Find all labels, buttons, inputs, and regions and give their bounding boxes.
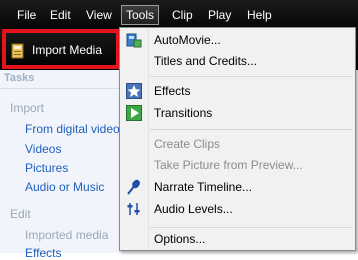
menu-separator [150,129,352,130]
link-videos[interactable]: Videos [25,142,61,156]
menu-item-titles-and-credits[interactable]: Titles and Credits... [154,51,257,71]
audio-levels-icon [126,201,142,217]
menu-item-take-picture: Take Picture from Preview... [154,158,303,172]
microphone-icon [126,179,142,195]
menu-separator [150,76,352,77]
transitions-icon [126,105,142,121]
menu-item-effects[interactable]: Effects [154,81,190,101]
import-media-label: Import Media [32,43,103,57]
menu-file[interactable]: File [13,6,40,24]
menu-item-narrate-timeline[interactable]: Narrate Timeline... [154,177,252,197]
import-media-icon [11,43,25,59]
menu-tools[interactable]: Tools [121,5,160,25]
menu-play[interactable]: Play [204,6,235,24]
section-import: Import [10,101,45,115]
automovie-icon [126,32,142,48]
section-edit: Edit [10,207,31,221]
menu-separator [150,227,352,228]
link-from-digital-video[interactable]: From digital video [25,122,120,136]
menu-view[interactable]: View [82,6,116,24]
menu-clip[interactable]: Clip [168,6,197,24]
menu-item-audio-levels[interactable]: Audio Levels... [154,199,233,219]
menu-item-create-clips: Create Clips [154,137,221,151]
effects-star-icon [126,83,142,99]
menu-bar: File Edit View Tools Clip Play Help [0,0,358,30]
link-effects[interactable]: Effects [25,246,61,260]
link-pictures[interactable]: Pictures [25,161,68,175]
import-media-button[interactable]: Import Media [2,29,120,69]
menu-item-transitions[interactable]: Transitions [154,103,212,123]
link-audio-or-music[interactable]: Audio or Music [25,180,104,194]
tasks-heading: Tasks [4,72,35,84]
link-imported-media[interactable]: Imported media [25,228,108,242]
menu-help[interactable]: Help [243,6,276,24]
menu-edit[interactable]: Edit [46,6,75,24]
tools-menu-dropdown: AutoMovie... Titles and Credits... Effec… [119,27,356,251]
menu-item-automovie[interactable]: AutoMovie... [154,30,221,50]
tasks-divider [0,88,123,89]
menu-item-options[interactable]: Options... [154,229,205,249]
